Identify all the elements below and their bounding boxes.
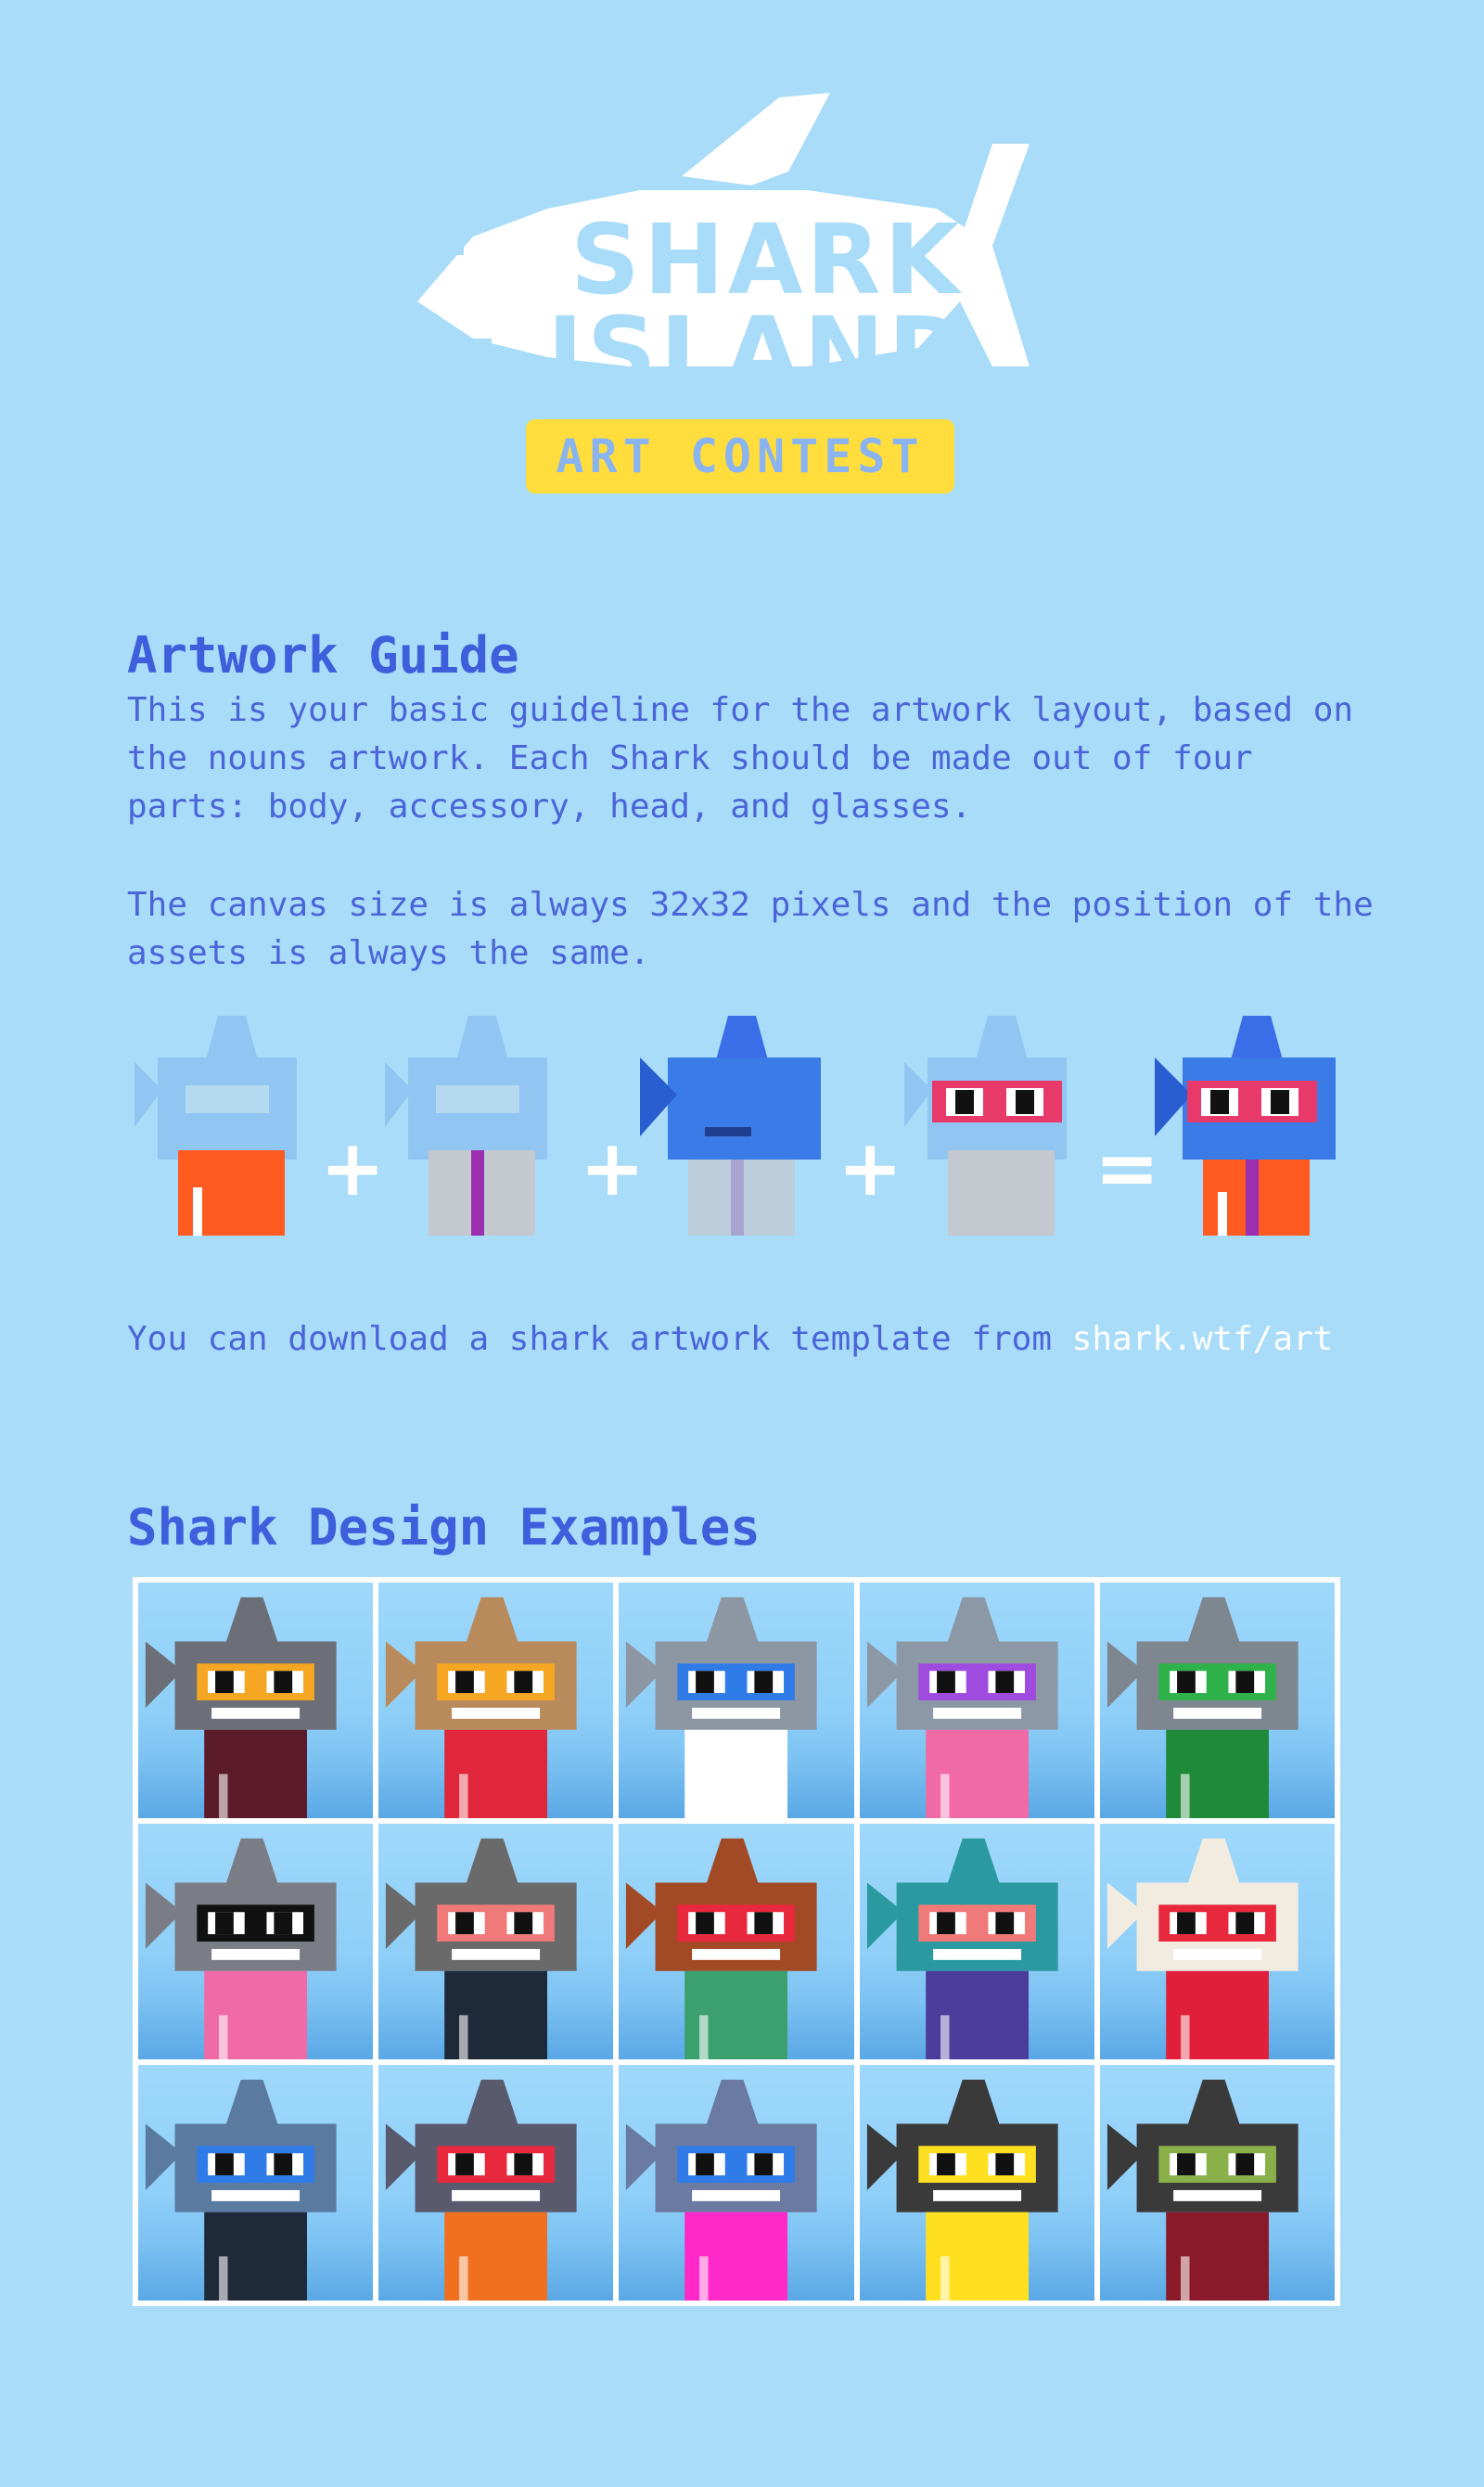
shark-avatar-icon bbox=[866, 2079, 1058, 2301]
shark-avatar-icon bbox=[626, 2079, 818, 2301]
example-shark-cell bbox=[378, 1824, 614, 2059]
shark-avatar-icon bbox=[386, 1838, 577, 2059]
example-shark-cell bbox=[138, 2065, 374, 2301]
example-shark-cell bbox=[1099, 1824, 1335, 2059]
shark-avatar-icon bbox=[866, 1596, 1058, 1818]
accessory-part-icon bbox=[385, 1016, 547, 1236]
shark-avatar-icon bbox=[145, 1838, 337, 2059]
shark-avatar-icon bbox=[866, 1838, 1058, 2059]
shark-avatar-icon bbox=[145, 1596, 337, 1818]
download-line: You can download a shark artwork templat… bbox=[127, 1315, 1379, 1364]
example-shark-cell bbox=[138, 1824, 374, 2059]
example-shark-cell bbox=[859, 2065, 1094, 2301]
download-text: You can download a shark artwork templat… bbox=[127, 1320, 1072, 1358]
shark-avatar-icon bbox=[626, 1838, 818, 2059]
example-shark-cell bbox=[1099, 1583, 1335, 1818]
example-shark-cell bbox=[859, 1824, 1094, 2059]
head-part-icon bbox=[640, 1016, 821, 1236]
example-shark-cell bbox=[619, 1824, 854, 2059]
shark-avatar-icon bbox=[145, 2079, 337, 2301]
body-part-icon bbox=[134, 1016, 297, 1236]
artwork-guide-paragraph-1: This is your basic guideline for the art… bbox=[127, 691, 1354, 826]
plus-operator-3: + bbox=[838, 1122, 903, 1213]
hero-title-line1: SHARK bbox=[570, 203, 964, 316]
example-shark-cell bbox=[619, 1583, 854, 1818]
result-shark-icon bbox=[1155, 1016, 1336, 1236]
shark-avatar-icon bbox=[1107, 1838, 1298, 2059]
formula-row: + + + = bbox=[130, 1016, 1354, 1243]
glasses-part-icon bbox=[904, 1016, 1067, 1236]
download-link[interactable]: shark.wtf/art bbox=[1072, 1320, 1334, 1358]
contest-badge: ART CONTEST bbox=[526, 419, 954, 494]
examples-grid bbox=[133, 1577, 1340, 2306]
plus-operator-1: + bbox=[320, 1122, 386, 1213]
plus-operator-2: + bbox=[580, 1122, 646, 1213]
example-shark-cell bbox=[378, 2065, 614, 2301]
example-shark-cell bbox=[138, 1583, 374, 1818]
example-shark-cell bbox=[619, 2065, 854, 2301]
shark-avatar-icon bbox=[626, 1596, 818, 1818]
shark-avatar-icon bbox=[1107, 1596, 1298, 1818]
artwork-guide-paragraph-2: The canvas size is always 32x32 pixels a… bbox=[127, 886, 1374, 972]
examples-heading: Shark Design Examples bbox=[127, 1498, 761, 1557]
example-shark-cell bbox=[859, 1583, 1094, 1818]
example-shark-cell bbox=[378, 1583, 614, 1818]
equals-operator: = bbox=[1094, 1122, 1160, 1213]
hero-title-line2: ISLAND bbox=[547, 296, 972, 409]
shark-avatar-icon bbox=[386, 1596, 577, 1818]
shark-avatar-icon bbox=[386, 2079, 577, 2301]
example-shark-cell bbox=[1099, 2065, 1335, 2301]
artwork-guide-heading: Artwork Guide bbox=[127, 626, 519, 685]
shark-avatar-icon bbox=[1107, 2079, 1298, 2301]
